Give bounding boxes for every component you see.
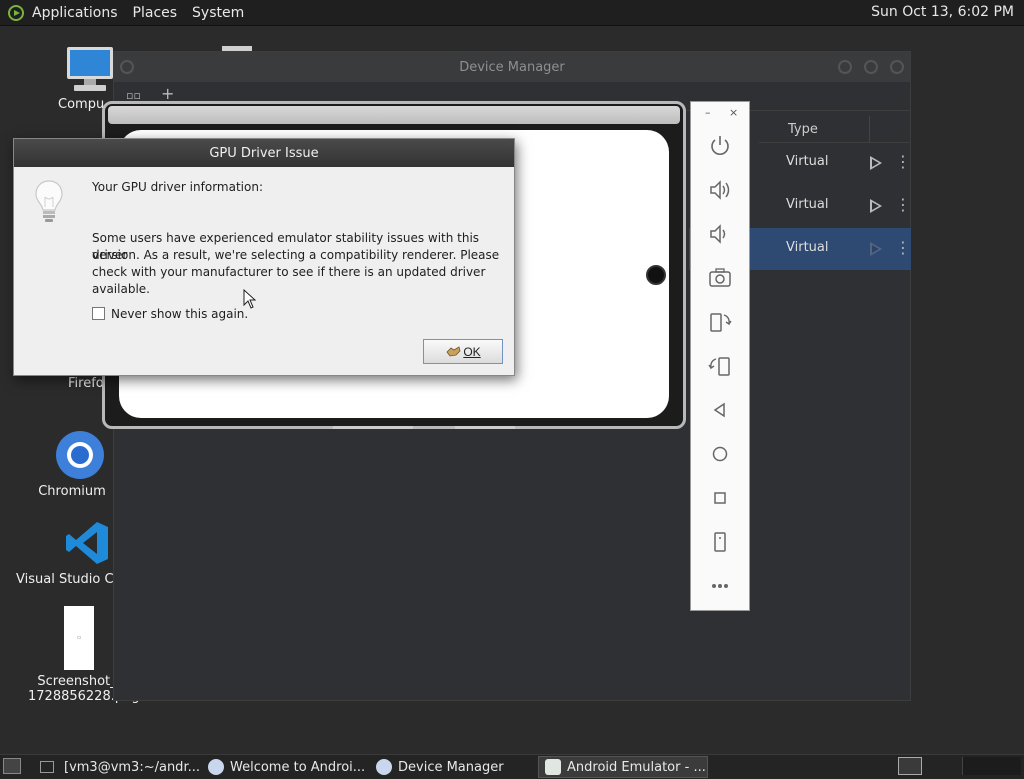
emulator-close-button[interactable]: × xyxy=(729,106,738,119)
dialog-body-line: check with your manufacturer to see if t… xyxy=(92,265,486,279)
desktop-icon-label: Chromium xyxy=(38,484,106,499)
frame-button xyxy=(455,426,515,429)
menu-applications[interactable]: Applications xyxy=(32,5,118,21)
taskbar-item-label: Device Manager xyxy=(398,759,504,775)
taskbar-item-label: [vm3@vm3:~/andr... xyxy=(64,759,200,775)
window-title: Device Manager xyxy=(459,59,565,75)
lightbulb-icon xyxy=(35,180,63,222)
window-menu-icon[interactable] xyxy=(120,60,134,74)
chromium-icon xyxy=(55,431,104,479)
emulator-icon xyxy=(545,759,561,775)
computer-icon xyxy=(67,47,113,91)
clock[interactable]: Sun Oct 13, 6:02 PM xyxy=(871,4,1014,20)
taskbar-item-label: Welcome to Androi... xyxy=(230,759,366,775)
power-icon[interactable] xyxy=(707,133,733,159)
menu-places[interactable]: Places xyxy=(133,5,178,21)
front-camera-icon xyxy=(646,265,666,285)
column-header[interactable]: Type xyxy=(759,116,911,143)
column-divider xyxy=(869,116,870,142)
terminal-icon xyxy=(40,761,54,773)
never-show-label[interactable]: Never show this again. xyxy=(111,306,248,323)
camera-icon[interactable] xyxy=(707,265,733,291)
android-studio-icon xyxy=(376,759,392,775)
emulator-minimize-button[interactable]: – xyxy=(705,106,711,119)
menu-system[interactable]: System xyxy=(192,5,244,21)
ok-button-label: OK xyxy=(463,344,481,359)
top-panel: Applications Places System Sun Oct 13, 6… xyxy=(0,0,1024,26)
emulator-sidebar: – × xyxy=(690,101,750,611)
desktop-icon-label: Visual Studio Co xyxy=(16,572,122,587)
rotate-left-icon[interactable] xyxy=(707,309,733,335)
kebab-menu-icon[interactable]: ⋮ xyxy=(895,240,911,256)
dialog-body-line: available. xyxy=(92,282,150,296)
workspace-switcher-icon[interactable] xyxy=(962,757,1021,775)
desktop-icon-vscode[interactable]: Visual Studio Co xyxy=(16,520,126,587)
mouse-cursor-icon xyxy=(243,289,257,309)
volume-up-icon[interactable] xyxy=(707,177,733,203)
overview-icon[interactable] xyxy=(707,485,733,511)
taskbar-item-device-manager[interactable]: Device Manager xyxy=(370,756,536,778)
vscode-icon xyxy=(66,522,108,564)
gpu-driver-dialog[interactable]: GPU Driver Issue Your GPU driver informa… xyxy=(13,138,515,376)
desktop-icon-label: Compu xyxy=(58,97,105,112)
ok-hand-icon xyxy=(446,345,461,356)
taskbar-item-android-studio-welcome[interactable]: Welcome to Androi... xyxy=(202,756,368,778)
ok-button[interactable]: OK xyxy=(423,339,503,364)
never-show-checkbox[interactable] xyxy=(92,307,105,320)
play-icon[interactable] xyxy=(870,156,882,170)
taskbar-item-terminal[interactable]: [vm3@vm3:~/andr... xyxy=(32,756,200,778)
minimize-icon[interactable] xyxy=(838,60,852,74)
more-icon[interactable] xyxy=(707,573,733,599)
desktop-icon-chromium[interactable]: Chromium xyxy=(32,430,112,499)
play-icon[interactable] xyxy=(870,242,882,256)
kebab-menu-icon[interactable]: ⋮ xyxy=(895,154,911,170)
dialog-heading: Your GPU driver information: xyxy=(92,180,263,194)
rotate-right-icon[interactable] xyxy=(707,353,733,379)
fold-icon[interactable] xyxy=(707,529,733,555)
device-type: Virtual xyxy=(786,154,829,169)
frame-button xyxy=(333,426,413,429)
device-type: Virtual xyxy=(786,197,829,212)
device-type: Virtual xyxy=(786,240,829,255)
volume-down-icon[interactable] xyxy=(707,221,733,247)
workspace-switcher-icon[interactable] xyxy=(898,757,922,775)
kebab-menu-icon[interactable]: ⋮ xyxy=(895,197,911,213)
play-icon[interactable] xyxy=(870,199,882,213)
dialog-body-line: version. As a result, we're selecting a … xyxy=(92,248,500,262)
distro-logo-icon[interactable] xyxy=(8,4,24,21)
desktop-icon-label: Firefo xyxy=(68,376,104,391)
android-studio-icon xyxy=(208,759,224,775)
device-manager-titlebar[interactable]: Device Manager xyxy=(114,52,910,82)
dialog-title[interactable]: GPU Driver Issue xyxy=(14,139,514,167)
home-icon[interactable] xyxy=(707,441,733,467)
maximize-icon[interactable] xyxy=(864,60,878,74)
taskbar-item-android-emulator[interactable]: Android Emulator - ... xyxy=(538,756,708,778)
show-desktop-icon[interactable] xyxy=(3,758,21,774)
back-icon[interactable] xyxy=(707,397,733,423)
close-icon[interactable] xyxy=(890,60,904,74)
taskbar-item-label: Android Emulator - ... xyxy=(567,759,706,775)
taskbar: [vm3@vm3:~/andr... Welcome to Androi... … xyxy=(0,754,1024,779)
emulator-frame-topbar xyxy=(108,106,680,124)
column-type[interactable]: Type xyxy=(788,122,818,137)
image-file-icon: ▫ xyxy=(64,606,94,670)
